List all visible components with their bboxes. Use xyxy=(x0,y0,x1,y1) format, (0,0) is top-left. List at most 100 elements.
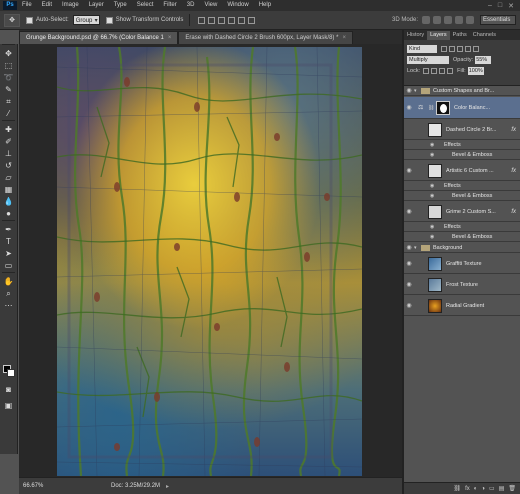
smart-object-filter-icon[interactable] xyxy=(473,45,479,52)
effects-row[interactable]: ◉ Effects xyxy=(404,141,520,150)
brush-tool-icon[interactable]: ✐ xyxy=(2,136,15,147)
effect-visibility-icon[interactable]: ◉ xyxy=(430,152,434,158)
fx-icon[interactable]: fx xyxy=(511,127,516,133)
add-style-icon[interactable]: fx xyxy=(465,486,470,492)
pixel-filter-icon[interactable] xyxy=(441,45,447,52)
gradient-tool-icon[interactable]: ▦ xyxy=(2,184,15,195)
menu-layer[interactable]: Layer xyxy=(84,0,109,11)
fx-icon[interactable]: fx xyxy=(511,168,516,174)
hand-tool-icon[interactable]: ✋ xyxy=(2,276,15,287)
add-mask-icon[interactable]: ◐ xyxy=(474,486,478,492)
effect-visibility-icon[interactable]: ◉ xyxy=(430,234,434,240)
visibility-eye-icon[interactable]: ◉ xyxy=(404,208,414,215)
screen-mode-icon[interactable]: ▣ xyxy=(2,400,15,411)
minimize-button[interactable]: – xyxy=(488,2,492,10)
fill-field[interactable]: 100% xyxy=(467,66,484,75)
menu-select[interactable]: Select xyxy=(132,0,159,11)
lock-image-icon[interactable] xyxy=(431,67,438,74)
blend-mode-dropdown[interactable]: Multiply xyxy=(407,55,449,64)
workspace-dropdown[interactable]: Essentials xyxy=(480,15,516,25)
healing-brush-tool-icon[interactable]: ✚ xyxy=(2,124,15,135)
tab-channels[interactable]: Channels xyxy=(470,31,499,40)
show-transform-checkbox[interactable] xyxy=(105,16,113,24)
3d-rotate-icon[interactable] xyxy=(422,16,430,24)
layer-group-background[interactable]: ◉ ▾ Background xyxy=(404,243,520,253)
effect-visibility-icon[interactable]: ◉ xyxy=(430,193,434,199)
bevel-emboss-row[interactable]: ◉ Bevel & Emboss xyxy=(404,151,520,160)
tab-history[interactable]: History xyxy=(404,31,427,40)
canvas-area[interactable] xyxy=(19,44,402,477)
history-brush-tool-icon[interactable]: ↺ xyxy=(2,160,15,171)
new-group-icon[interactable]: ▭ xyxy=(489,485,495,492)
tab-paths[interactable]: Paths xyxy=(450,31,470,40)
zoom-level-field[interactable]: 66.67% xyxy=(23,481,51,491)
menu-type[interactable]: Type xyxy=(109,0,132,11)
auto-select-checkbox[interactable] xyxy=(26,16,33,24)
layer-color-balance[interactable]: ◉ ⚖ ⛓ Color Balanc... xyxy=(404,97,520,119)
effect-visibility-icon[interactable]: ◉ xyxy=(430,183,434,189)
visibility-eye-icon[interactable]: ◉ xyxy=(404,244,414,251)
menu-3d[interactable]: 3D xyxy=(182,0,200,11)
align-left-icon[interactable] xyxy=(228,16,236,24)
dodge-tool-icon[interactable]: ● xyxy=(2,208,15,219)
effects-row[interactable]: ◉ Effects xyxy=(404,182,520,191)
type-tool-icon[interactable]: T xyxy=(2,236,15,247)
shape-tool-icon[interactable]: ▭ xyxy=(2,260,15,271)
chevron-down-icon[interactable]: ▾ xyxy=(414,245,421,251)
align-right-icon[interactable] xyxy=(248,16,256,24)
layer-radial-gradient[interactable]: ◉ Radial Gradient xyxy=(404,296,520,316)
effect-visibility-icon[interactable]: ◉ xyxy=(430,142,434,148)
trash-icon[interactable]: 🗑 xyxy=(508,485,516,492)
doc-tab-erase[interactable]: Erase with Dashed Circle 2 Brush 600px, … xyxy=(178,31,353,44)
layer-dashed-circle[interactable]: Dashed Circle 2 Br... fx xyxy=(404,120,520,140)
path-select-tool-icon[interactable]: ➤ xyxy=(2,248,15,259)
shape-filter-icon[interactable] xyxy=(465,45,471,52)
3d-slide-icon[interactable] xyxy=(455,16,463,24)
fx-icon[interactable]: fx xyxy=(511,209,516,215)
new-layer-icon[interactable]: ▤ xyxy=(499,485,505,492)
layer-kind-filter[interactable]: Kind xyxy=(407,44,437,53)
3d-roll-icon[interactable] xyxy=(433,16,441,24)
3d-scale-icon[interactable] xyxy=(466,16,474,24)
status-menu-arrow-icon[interactable]: ▸ xyxy=(166,483,169,490)
layer-group-custom-shapes[interactable]: ◉ ▾ Custom Shapes and Br... xyxy=(404,86,520,96)
visibility-eye-icon[interactable]: ◉ xyxy=(404,281,414,288)
crop-tool-icon[interactable]: ⌗ xyxy=(2,96,15,107)
quick-mask-icon[interactable]: ◙ xyxy=(2,384,15,395)
visibility-eye-icon[interactable]: ◉ xyxy=(404,104,414,111)
visibility-eye-icon[interactable]: ◉ xyxy=(404,302,414,309)
3d-drag-icon[interactable] xyxy=(444,16,452,24)
clone-stamp-tool-icon[interactable]: ⊥ xyxy=(2,148,15,159)
marquee-tool-icon[interactable]: ⬚ xyxy=(2,60,15,71)
grunge-artwork-canvas[interactable] xyxy=(57,47,362,476)
effects-row[interactable]: ◉ Effects xyxy=(404,223,520,232)
lock-all-icon[interactable] xyxy=(447,67,454,74)
menu-window[interactable]: Window xyxy=(222,0,253,11)
doc-tab-grunge[interactable]: Grunge Background.psd @ 66.7% (Color Bal… xyxy=(19,31,179,44)
menu-filter[interactable]: Filter xyxy=(158,0,181,11)
lasso-tool-icon[interactable]: ➰ xyxy=(2,72,15,83)
move-tool-icon[interactable]: ✥ xyxy=(2,48,15,59)
visibility-eye-icon[interactable]: ◉ xyxy=(404,167,414,174)
visibility-eye-icon[interactable]: ◉ xyxy=(404,260,414,267)
close-tab-icon[interactable]: × xyxy=(168,35,172,41)
layer-mask-thumbnail[interactable] xyxy=(436,100,450,115)
layer-artistic[interactable]: ◉ Artistic 6 Custom ... fx xyxy=(404,161,520,181)
tab-layers[interactable]: Layers xyxy=(427,31,450,40)
quick-select-tool-icon[interactable]: ✎ xyxy=(2,84,15,95)
lock-transparent-icon[interactable] xyxy=(423,67,430,74)
link-layers-icon[interactable]: ⛓ xyxy=(453,485,461,492)
eyedropper-tool-icon[interactable]: ⁄ xyxy=(2,108,15,119)
layer-grime[interactable]: ◉ Grime 2 Custom S... fx xyxy=(404,202,520,222)
opacity-field[interactable]: 55% xyxy=(475,55,492,64)
close-button[interactable]: ✕ xyxy=(508,2,514,10)
menu-image[interactable]: Image xyxy=(57,0,84,11)
menu-edit[interactable]: Edit xyxy=(37,0,57,11)
lock-position-icon[interactable] xyxy=(439,67,446,74)
blur-tool-icon[interactable]: 💧 xyxy=(2,196,15,207)
zoom-tool-icon[interactable]: ⌕ xyxy=(2,288,15,299)
align-top-icon[interactable] xyxy=(198,16,206,24)
move-tool-preset-icon[interactable]: ✥ xyxy=(4,13,20,27)
visibility-eye-icon[interactable]: ◉ xyxy=(404,87,414,94)
effect-visibility-icon[interactable]: ◉ xyxy=(430,224,434,230)
